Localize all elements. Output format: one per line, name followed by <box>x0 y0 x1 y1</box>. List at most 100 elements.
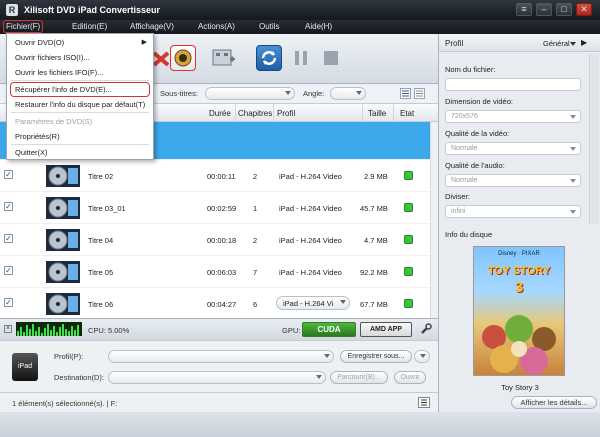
menu-item-open-iso[interactable]: Ouvrir fichiers ISO(I)... <box>7 50 153 65</box>
browse-label: Parcourir(B)... <box>337 374 381 381</box>
row-chapters: 7 <box>253 268 258 277</box>
log-icon[interactable] <box>418 397 430 408</box>
list-view-icon[interactable] <box>400 88 411 99</box>
status-ok-icon <box>404 235 413 244</box>
file-name-input[interactable] <box>445 78 581 91</box>
wrench-icon[interactable] <box>420 323 432 335</box>
cpu-usage: CPU: 5.00% <box>88 326 130 335</box>
row-checkbox[interactable]: ✓ <box>4 202 13 211</box>
col-size[interactable]: Taille <box>368 109 386 118</box>
video-thumbnail-icon <box>46 197 80 219</box>
row-profile[interactable]: iPad - H.264 Video <box>279 236 342 245</box>
row-name: Titre 06 <box>88 300 114 309</box>
col-duration[interactable]: Durée <box>209 109 231 118</box>
profile-label: Profil(P): <box>54 352 84 361</box>
clip-icon[interactable] <box>210 45 236 71</box>
row-checkbox[interactable]: ✓ <box>4 266 13 275</box>
gpu-label: GPU: <box>282 326 301 335</box>
mode-dropdown-icon[interactable] <box>570 42 576 46</box>
col-profile[interactable]: Profil <box>277 109 295 118</box>
menu-view[interactable]: Affichage(V) <box>130 22 174 31</box>
menu-item-retrieve-dvd-info[interactable]: Récupérer l'info de DVD(E)... <box>10 82 150 97</box>
video-dimension-select[interactable]: 720x576 <box>445 110 581 123</box>
profile-select[interactable] <box>108 350 334 363</box>
cuda-button[interactable]: CUDA <box>302 322 356 337</box>
video-quality-select[interactable]: Normale <box>445 142 581 155</box>
video-thumbnail-icon <box>46 261 80 283</box>
menu-item-quit[interactable]: Quitter(X) <box>7 145 153 160</box>
destination-select[interactable] <box>108 371 326 384</box>
row-checkbox[interactable]: ✓ <box>4 298 13 307</box>
maximize-button[interactable]: □ <box>556 3 572 16</box>
row-duration: 00:00:11 <box>207 172 236 181</box>
table-row[interactable]: ✓ Titre 06 00:04:27 6 iPad - H.264 Vi 67… <box>0 288 438 318</box>
col-state[interactable]: Etat <box>400 109 414 118</box>
menu-item-open-dvd[interactable]: Ouvrir DVD(O) ▶ <box>7 35 153 50</box>
save-as-button[interactable]: Enregistrer sous... <box>340 350 412 363</box>
row-name: Titre 05 <box>88 268 114 277</box>
row-chapters: 6 <box>253 300 258 309</box>
video-dimension-label: Dimension de vidéo: <box>445 97 513 106</box>
row-name: Titre 04 <box>88 236 114 245</box>
video-quality-value: Normale <box>451 145 478 152</box>
save-as-label: Enregistrer sous... <box>347 353 405 360</box>
video-thumbnail-icon <box>46 293 80 315</box>
open-button[interactable]: Ouvrir <box>394 371 426 384</box>
row-checkbox[interactable]: ✓ <box>4 170 13 179</box>
row-size: 67.7 MB <box>360 300 388 309</box>
open-label: Ouvrir <box>400 374 420 381</box>
show-details-button[interactable]: Afficher les détails... <box>511 396 597 409</box>
menu-icon[interactable]: ≡ <box>516 3 532 16</box>
table-row[interactable]: ✓ Titre 04 00:00:18 2 iPad - H.264 Video… <box>0 224 438 256</box>
collapse-panel-icon[interactable]: ▶ <box>581 38 587 47</box>
status-ok-icon <box>404 267 413 276</box>
menu-item-open-ifo[interactable]: Ouvrir les fichiers IFO(F)... <box>7 65 153 80</box>
file-name-label: Nom du fichier: <box>445 65 496 74</box>
row-profile-select[interactable]: iPad - H.264 Vi <box>276 296 350 310</box>
menu-item-restore-disc-info[interactable]: Restaurer l'info du disque par défaut(T) <box>7 97 153 112</box>
close-button[interactable]: ✕ <box>576 3 592 16</box>
panel-scrollbar[interactable] <box>589 54 599 224</box>
menu-edit[interactable]: Edition(E) <box>72 22 107 31</box>
video-dimension-value: 720x576 <box>451 113 478 120</box>
pause-icon[interactable] <box>288 45 314 71</box>
snapshot-button[interactable] <box>170 45 196 71</box>
table-row[interactable]: ✓ Titre 05 00:06:03 7 iPad - H.264 Video… <box>0 256 438 288</box>
row-checkbox[interactable]: ✓ <box>4 234 13 243</box>
audio-quality-select[interactable]: Normale <box>445 174 581 187</box>
poster-brand: Disney · PIXAR <box>498 251 540 257</box>
row-name: Titre 02 <box>88 172 114 181</box>
collapse-icon[interactable]: × <box>4 325 12 333</box>
subtitles-select[interactable] <box>205 87 295 100</box>
menu-tools[interactable]: Outils <box>259 22 279 31</box>
detail-view-icon[interactable] <box>414 88 425 99</box>
convert-icon[interactable] <box>256 45 282 71</box>
video-thumbnail-icon <box>46 165 80 187</box>
menu-item-label: Propriétés(R) <box>15 132 60 141</box>
menu-item-properties[interactable]: Propriétés(R) <box>7 129 153 144</box>
device-ipad-icon[interactable]: iPad <box>12 353 38 381</box>
menu-help[interactable]: Aide(H) <box>305 22 332 31</box>
list-scrollbar[interactable] <box>430 122 438 318</box>
split-select[interactable]: infini <box>445 205 581 218</box>
minimize-button[interactable]: – <box>536 3 552 16</box>
row-size: 4.7 MB <box>364 236 388 245</box>
row-profile[interactable]: iPad - H.264 Video <box>279 172 342 181</box>
menu-item-label: Ouvrir DVD(O) <box>15 38 65 47</box>
stop-icon[interactable] <box>318 45 344 71</box>
amd-button[interactable]: AMD APP <box>360 322 412 337</box>
angle-select[interactable] <box>330 87 366 100</box>
col-chapters[interactable]: Chapitres <box>238 109 272 118</box>
app-logo-icon: R <box>6 4 18 16</box>
menu-file[interactable]: Fichier(F) <box>3 20 44 33</box>
row-profile[interactable]: iPad - H.264 Video <box>279 268 342 277</box>
table-row[interactable]: ✓ Titre 02 00:00:11 2 iPad - H.264 Video… <box>0 160 438 192</box>
menu-actions[interactable]: Actions(A) <box>198 22 235 31</box>
browse-button[interactable]: Parcourir(B)... <box>330 371 388 384</box>
menu-item-label: Restaurer l'info du disque par défaut(T) <box>15 100 146 109</box>
row-profile[interactable]: iPad - H.264 Video <box>279 204 342 213</box>
menu-item-label: Ouvrir les fichiers IFO(F)... <box>15 68 104 77</box>
save-as-dropdown[interactable] <box>414 350 430 363</box>
mode-select[interactable]: Général <box>543 39 570 48</box>
table-row[interactable]: ✓ Titre 03_01 00:02:59 1 iPad - H.264 Vi… <box>0 192 438 224</box>
